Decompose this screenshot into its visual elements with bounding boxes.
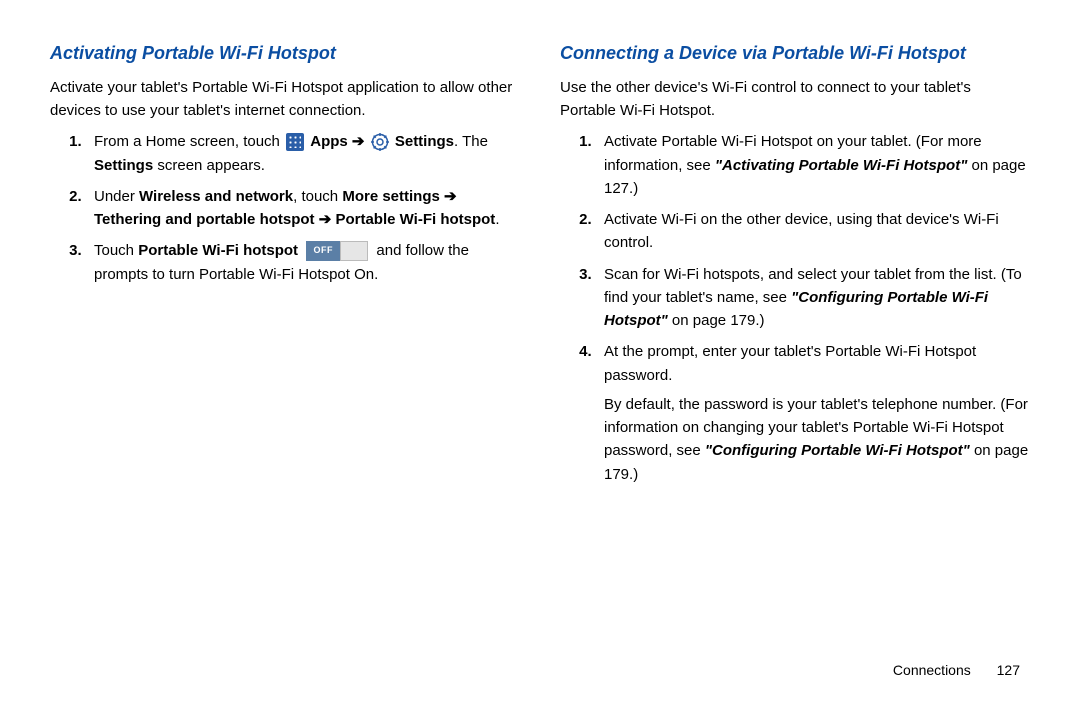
left-step-3: Touch Portable Wi-Fi hotspot OFF and fol… bbox=[90, 239, 520, 286]
right-column: Connecting a Device via Portable Wi-Fi H… bbox=[560, 40, 1030, 494]
right-step-3: Scan for Wi-Fi hotspots, and select your… bbox=[600, 263, 1030, 333]
settings-icon bbox=[371, 133, 389, 151]
left-step-1: From a Home screen, touch Apps ➔ Setting… bbox=[90, 130, 520, 177]
apps-icon bbox=[286, 133, 304, 151]
text: Touch bbox=[94, 242, 138, 259]
settings-label: Settings bbox=[395, 133, 454, 150]
arrow-icon: ➔ bbox=[352, 133, 369, 150]
text: From a Home screen, touch bbox=[94, 133, 284, 150]
heading-activating: Activating Portable Wi-Fi Hotspot bbox=[50, 40, 520, 68]
footer-page-number: 127 bbox=[997, 662, 1020, 678]
more-settings-label: More settings bbox=[342, 188, 440, 205]
arrow-icon: ➔ bbox=[440, 188, 457, 205]
intro-left: Activate your tablet's Portable Wi-Fi Ho… bbox=[50, 76, 520, 123]
text: Activate Wi-Fi on the other device, usin… bbox=[604, 211, 999, 251]
right-step-4: At the prompt, enter your tablet's Porta… bbox=[600, 340, 1030, 486]
off-toggle-off-label: OFF bbox=[306, 241, 340, 261]
password-note: By default, the password is your tablet'… bbox=[604, 393, 1030, 486]
tethering-label: Tethering and portable hotspot bbox=[94, 211, 315, 228]
intro-right: Use the other device's Wi-Fi control to … bbox=[560, 76, 1030, 123]
text: , touch bbox=[293, 188, 342, 205]
page-footer: Connections 127 bbox=[893, 660, 1020, 682]
arrow-icon: ➔ bbox=[315, 211, 336, 228]
footer-section: Connections bbox=[893, 662, 971, 678]
right-step-2: Activate Wi-Fi on the other device, usin… bbox=[600, 208, 1030, 255]
portable-wifi-hotspot-label: Portable Wi-Fi hotspot bbox=[138, 242, 298, 259]
settings-label-2: Settings bbox=[94, 157, 153, 174]
text: on page 179.) bbox=[668, 312, 765, 329]
text: . The bbox=[454, 133, 488, 150]
portable-wifi-hotspot-label: Portable Wi-Fi hotspot bbox=[335, 211, 495, 228]
left-step-2: Under Wireless and network, touch More s… bbox=[90, 185, 520, 232]
text: Under bbox=[94, 188, 139, 205]
cross-reference: "Activating Portable Wi-Fi Hotspot" bbox=[715, 157, 967, 174]
text: screen appears. bbox=[153, 157, 265, 174]
off-toggle-icon: OFF bbox=[306, 241, 368, 261]
wireless-network-label: Wireless and network bbox=[139, 188, 293, 205]
heading-connecting: Connecting a Device via Portable Wi-Fi H… bbox=[560, 40, 1030, 68]
apps-label: Apps bbox=[310, 133, 348, 150]
text: At the prompt, enter your tablet's Porta… bbox=[604, 343, 976, 383]
cross-reference: "Configuring Portable Wi-Fi Hotspot" bbox=[705, 442, 970, 459]
off-toggle-knob bbox=[340, 241, 368, 261]
text: . bbox=[495, 211, 499, 228]
left-column: Activating Portable Wi-Fi Hotspot Activa… bbox=[50, 40, 520, 494]
right-step-1: Activate Portable Wi-Fi Hotspot on your … bbox=[600, 130, 1030, 200]
